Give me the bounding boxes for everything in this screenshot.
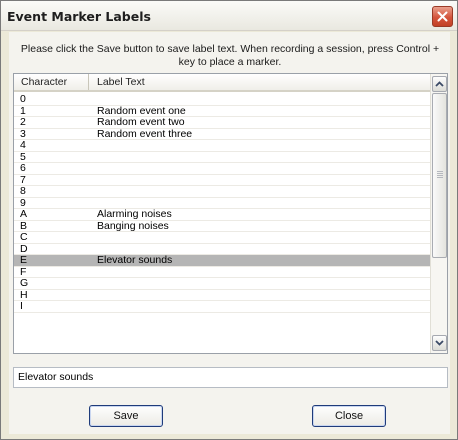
table-row[interactable]: 7: [14, 174, 430, 186]
table-row[interactable]: F: [14, 266, 430, 278]
dialog-window: Event Marker Labels Please click the Sav…: [0, 0, 458, 440]
list-header: Character Label Text: [14, 74, 430, 92]
table-row[interactable]: A Alarming noises: [14, 208, 430, 221]
table-row[interactable]: 8: [14, 185, 430, 198]
table-row[interactable]: 5: [14, 151, 430, 163]
table-row[interactable]: E Elevator sounds: [14, 254, 430, 267]
scroll-up-button[interactable]: [432, 76, 447, 92]
table-row[interactable]: 0: [14, 93, 430, 106]
cell-character: C: [20, 231, 28, 243]
chevron-down-icon: [435, 340, 444, 346]
table-row[interactable]: 1 Random event one: [14, 105, 430, 117]
cell-character: 8: [20, 185, 26, 197]
cell-character: 2: [20, 116, 26, 128]
cell-label-text: Random event three: [97, 127, 193, 140]
cell-character: 4: [20, 139, 26, 151]
cell-character: G: [20, 277, 29, 289]
table-row[interactable]: C: [14, 231, 430, 244]
save-button[interactable]: Save: [89, 405, 163, 427]
close-button[interactable]: Close: [312, 405, 386, 427]
cell-label-text: Alarming noises: [97, 208, 172, 220]
table-row[interactable]: 2 Random event two: [14, 116, 430, 129]
cell-label-text: Elevator sounds: [97, 254, 173, 266]
label-text-field[interactable]: Elevator sounds: [13, 367, 448, 388]
title-bar[interactable]: Event Marker Labels: [1, 1, 457, 31]
label-list[interactable]: Character Label Text 0 1 Random event one 2…: [13, 73, 448, 354]
cell-character: I: [20, 300, 23, 312]
cell-character: A: [20, 208, 28, 220]
cell-label-text: Random event two: [97, 116, 185, 128]
table-row[interactable]: H: [14, 289, 430, 301]
cell-character: 0: [20, 93, 26, 105]
table-row[interactable]: I: [14, 300, 430, 313]
cell-label-text: Banging noises: [97, 219, 169, 232]
list-body: 0 1 Random event one 2 Random event two 3 Rand…: [14, 93, 430, 313]
cell-character: E: [20, 254, 28, 266]
scroll-down-button[interactable]: [432, 335, 447, 351]
table-row[interactable]: G: [14, 277, 430, 290]
scroll-thumb[interactable]: [432, 93, 447, 258]
close-window-button[interactable]: [432, 6, 453, 27]
instructions-text: Please click the Save button to save lab…: [20, 43, 440, 68]
table-row[interactable]: 6: [14, 162, 430, 175]
table-row[interactable]: 3 Random event three: [14, 127, 430, 140]
close-icon: [437, 11, 448, 22]
window-title: Event Marker Labels: [7, 9, 151, 24]
table-row[interactable]: D: [14, 243, 430, 255]
column-header-character[interactable]: Character: [14, 74, 89, 90]
chevron-up-icon: [435, 81, 444, 87]
table-row[interactable]: 9: [14, 197, 430, 209]
column-header-label-text[interactable]: Label Text: [90, 74, 430, 90]
cell-character: 6: [20, 162, 26, 174]
grip-icon: [437, 171, 443, 178]
list-scrollbar[interactable]: [430, 74, 447, 353]
table-row[interactable]: B Banging noises: [14, 219, 430, 232]
table-row[interactable]: 4: [14, 139, 430, 152]
